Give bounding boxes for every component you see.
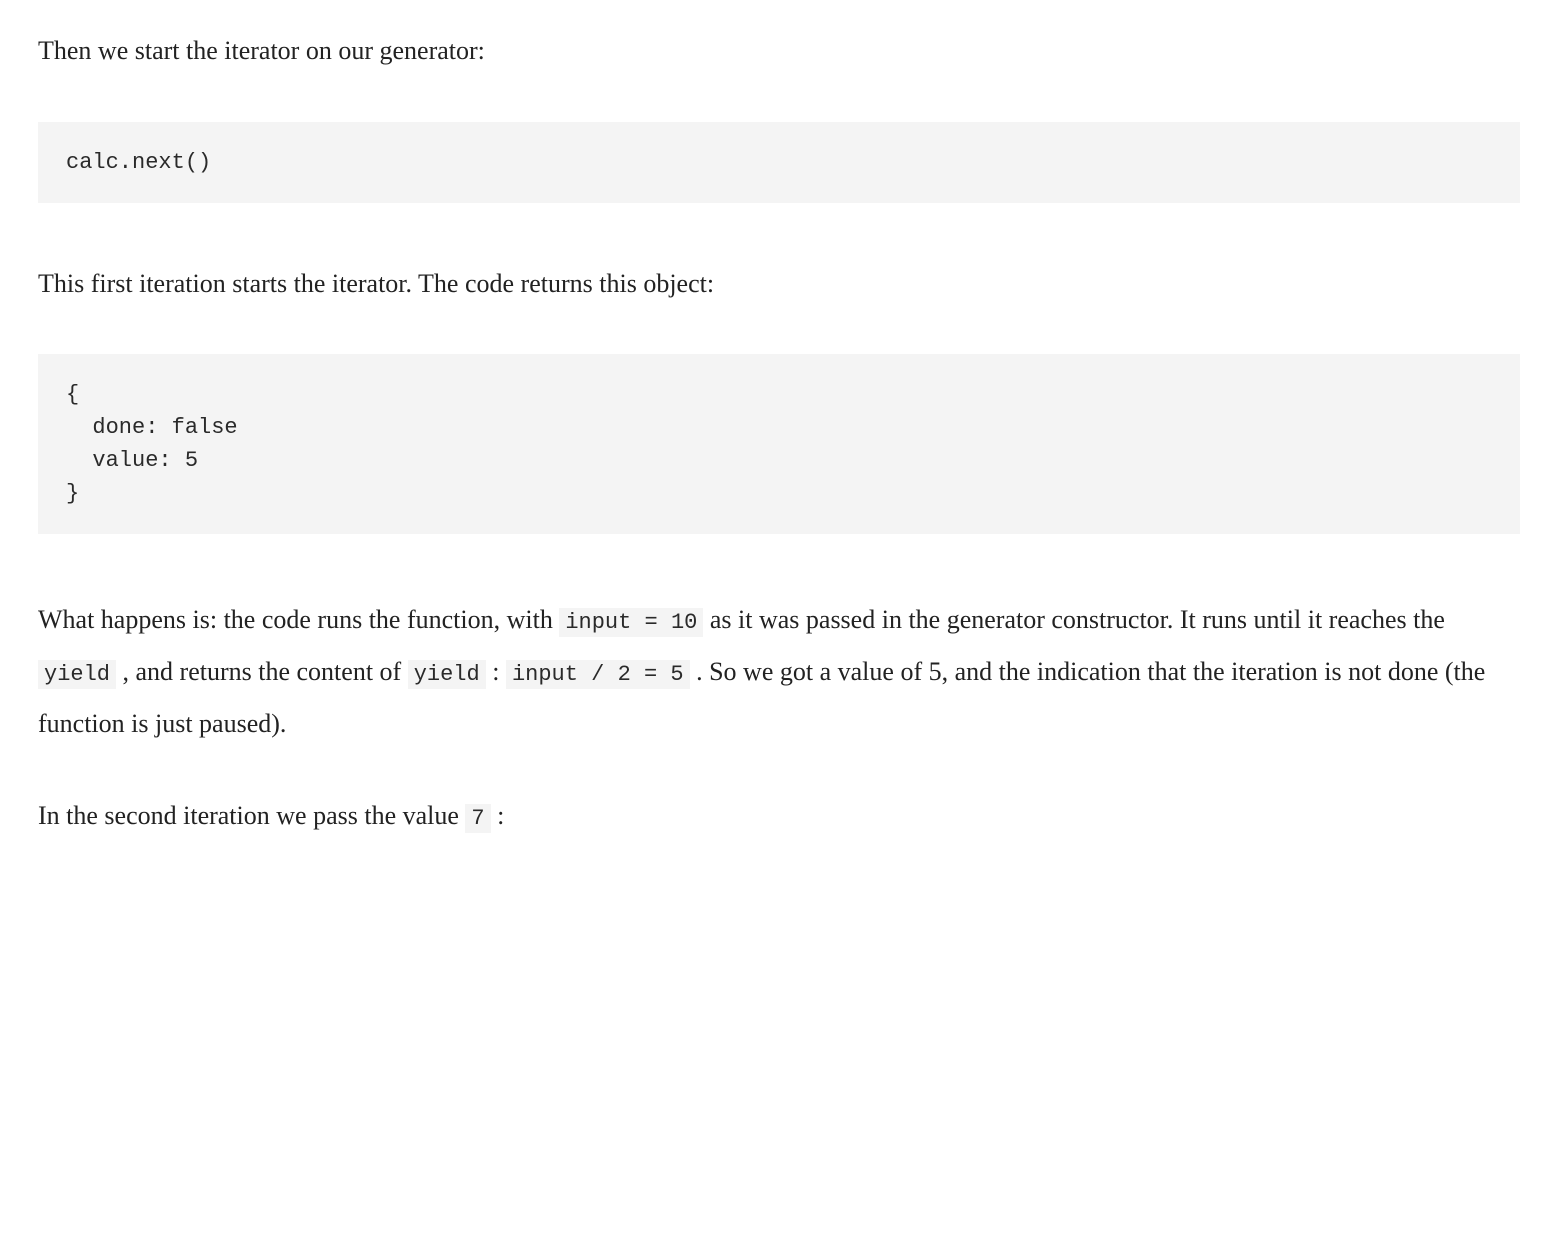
text-segment: : [486, 657, 506, 686]
inline-code-yield: yield [38, 660, 116, 689]
inline-code-input: input = 10 [559, 608, 703, 637]
inline-code-expression: input / 2 = 5 [506, 660, 690, 689]
text-segment: What happens is: the code runs the funct… [38, 605, 559, 634]
paragraph-second-iteration: In the second iteration we pass the valu… [38, 790, 1520, 842]
code-block-result-object: { done: false value: 5 } [38, 354, 1520, 534]
inline-code-seven: 7 [465, 804, 490, 833]
code-block-calc-next: calc.next() [38, 122, 1520, 203]
inline-code-yield-2: yield [408, 660, 486, 689]
paragraph-explanation: What happens is: the code runs the funct… [38, 594, 1520, 750]
paragraph-intro: Then we start the iterator on our genera… [38, 30, 1520, 72]
text-segment: : [491, 801, 505, 830]
text-segment: as it was passed in the generator constr… [703, 605, 1445, 634]
text-segment: , and returns the content of [116, 657, 408, 686]
paragraph-first-iteration: This first iteration starts the iterator… [38, 263, 1520, 305]
text-segment: In the second iteration we pass the valu… [38, 801, 465, 830]
